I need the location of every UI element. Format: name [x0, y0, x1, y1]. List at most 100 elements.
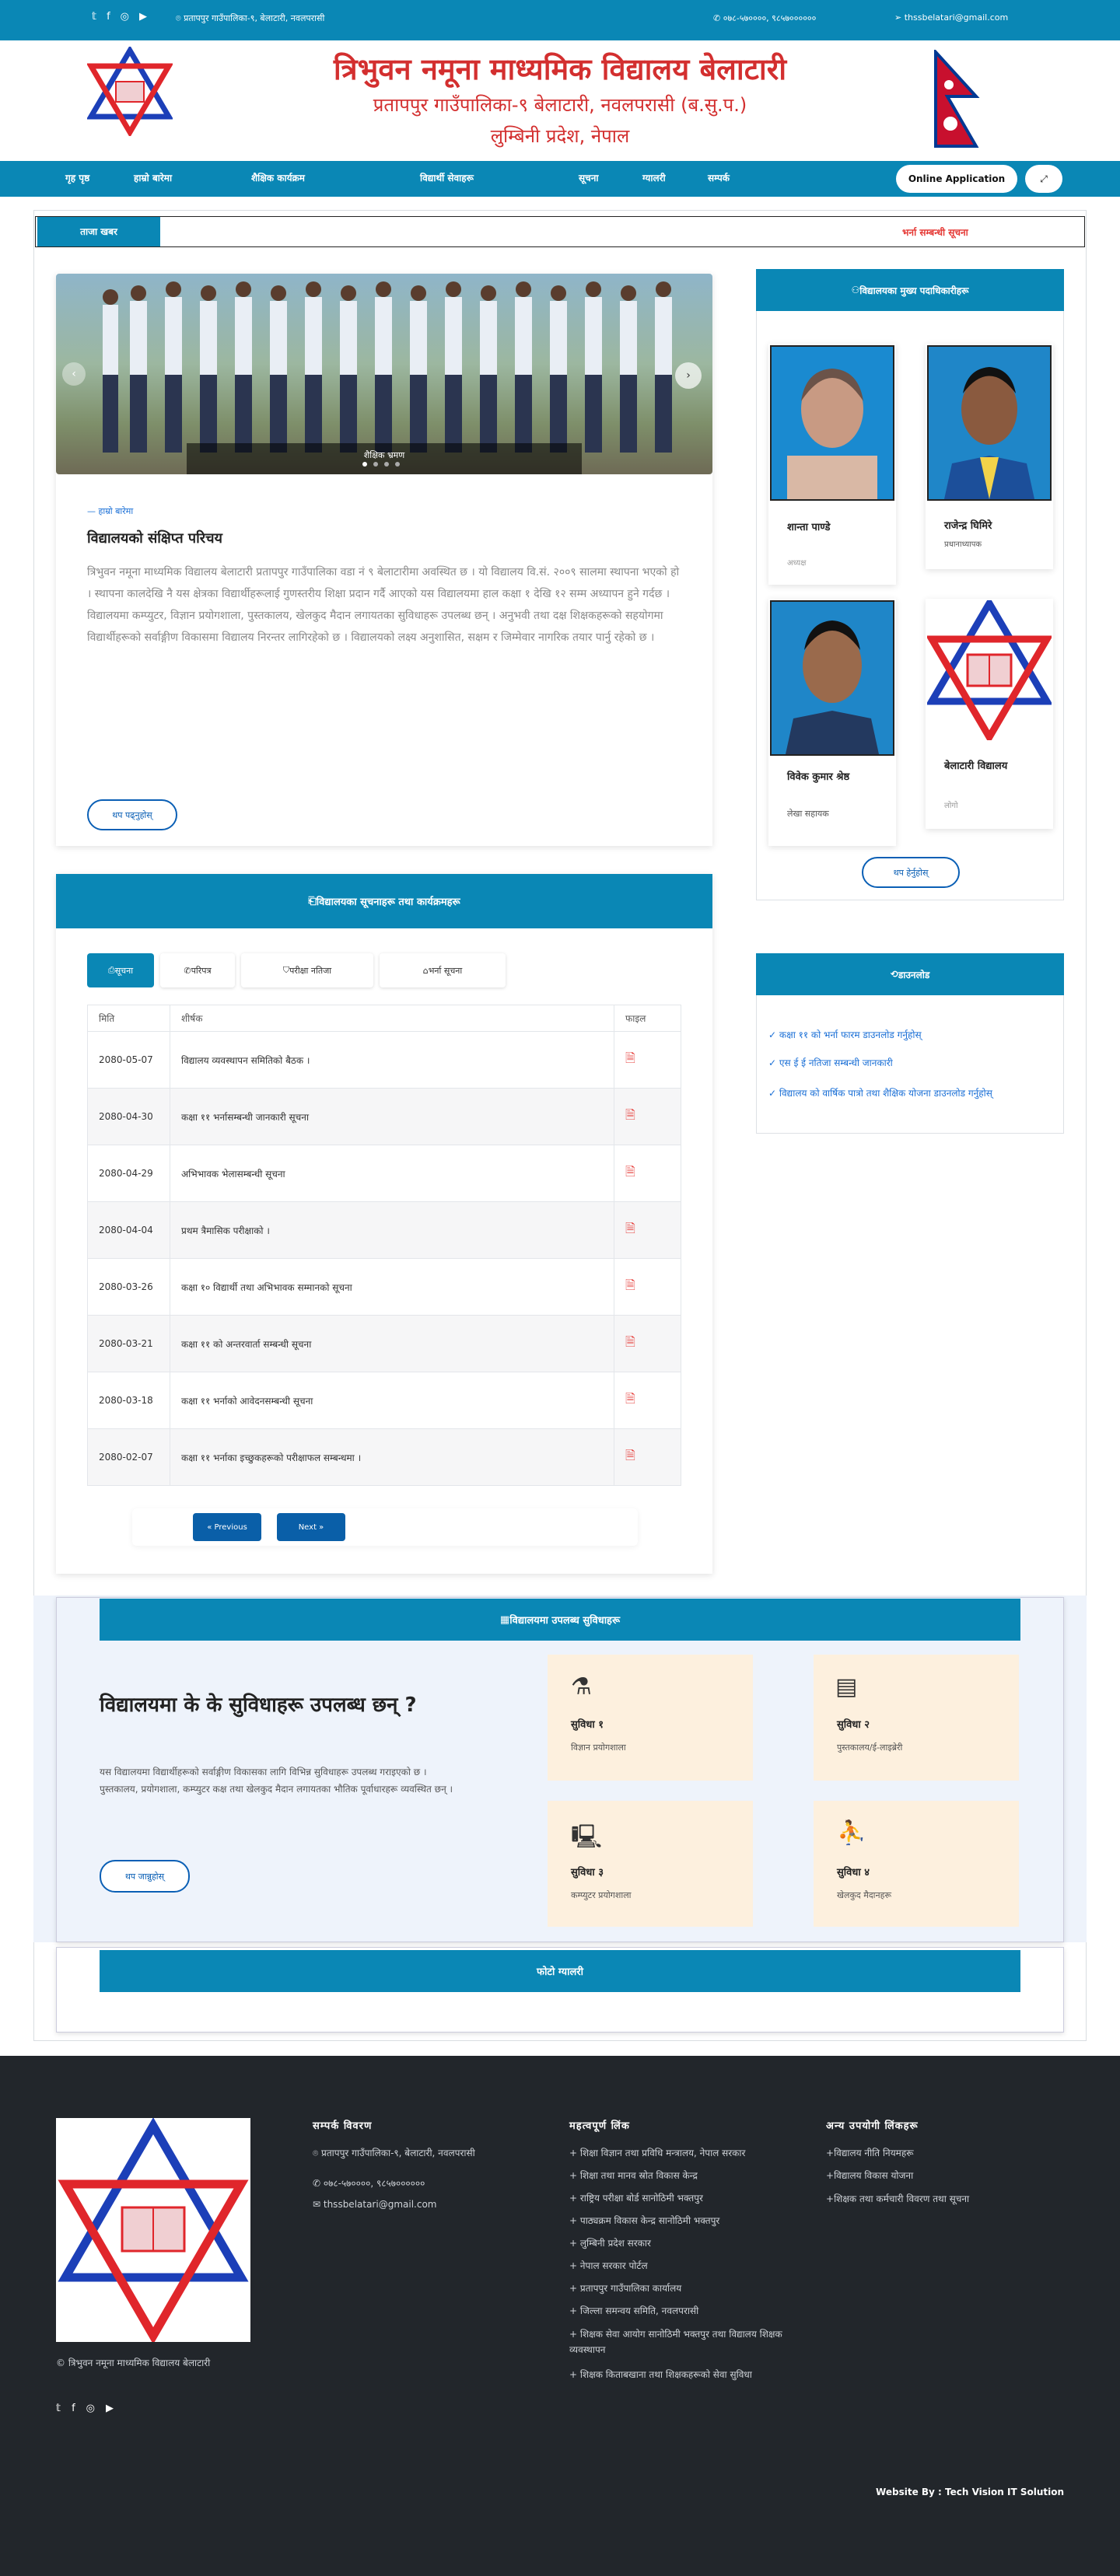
footer-link[interactable]: + प्रतापपुर गाउँपालिका कार्यालय — [569, 2281, 810, 2295]
footer-credit[interactable]: Website By : Tech Vision IT Solution — [824, 2487, 1064, 2497]
footer-phone: ✆ ०७८-५७००००, ९८५७०००००० — [313, 2178, 425, 2189]
nav-home[interactable]: गृह पृष्ठ — [65, 161, 89, 195]
about-body: त्रिभुवन नमूना माध्यमिक विद्यालय बेलाटार… — [87, 566, 680, 644]
footer-links-heading: महत्वपूर्ण लिंक — [569, 2120, 630, 2132]
footer-link[interactable]: + शिक्षा विज्ञान तथा प्रविधि मन्त्रालय, … — [569, 2146, 810, 2159]
nav-gallery[interactable]: ग्यालरी — [642, 161, 666, 195]
notice-table: मिति शीर्षक फाइल 2080-05-07 विद्यालय व्यव… — [87, 1005, 681, 1486]
table-row: 2080-04-04 प्रथम त्रैमासिक परीक्षाको । 🗎 — [87, 1201, 681, 1259]
tab-results[interactable]: ⛉ परीक्षा नतिजा — [241, 953, 373, 987]
staff-photo — [770, 600, 894, 756]
footer-social-icons: 𝕥 f ◎ ▶ — [56, 2403, 114, 2414]
pdf-icon[interactable]: 🗎 — [625, 1278, 635, 1292]
facilities-more-button[interactable]: थप जान्नुहोस् — [100, 1860, 190, 1893]
pdf-icon[interactable]: 🗎 — [625, 1448, 635, 1463]
instagram-icon[interactable]: ◎ — [86, 2403, 95, 2414]
footer-link[interactable]: + शिक्षक किताबखाना तथा शिक्षकहरूको सेवा … — [569, 2367, 810, 2382]
ticker-text[interactable]: भर्ना सम्बन्धी सूचना — [902, 225, 968, 239]
online-application-button[interactable]: Online Application — [896, 165, 1017, 193]
download-item[interactable]: ✓ विद्यालय को वार्षिक पात्रो तथा शैक्षिक… — [768, 1084, 1045, 1103]
topbar-address: ⌾ प्रतापपुर गाउँपालिका-९, बेलाटारी, नवलप… — [176, 13, 325, 23]
expand-icon: ⤢ — [1040, 173, 1048, 184]
pdf-icon[interactable]: 🗎 — [625, 1334, 635, 1349]
download-item[interactable]: ✓ कक्षा ११ को भर्ना फारम डाउनलोड गर्नुहो… — [768, 1028, 1048, 1041]
library-icon: ▤ — [835, 1673, 858, 1700]
staff-view-more-button[interactable]: थप हेर्नुहोस् — [862, 857, 960, 888]
footer-link[interactable]: + जिल्ला समन्वय समिति, नवलपरासी — [569, 2304, 810, 2317]
footer-link[interactable]: + नेपाल सरकार पोर्टल — [569, 2259, 810, 2272]
pdf-icon[interactable]: 🗎 — [625, 1391, 635, 1406]
footer-link[interactable]: +शिक्षक तथा कर्मचारी विवरण तथा सूचना — [826, 2191, 1059, 2207]
about-read-more-button[interactable]: थप पढ्नुहोस् — [87, 799, 177, 830]
footer-contact: सम्पर्क विवरण ⌾ प्रतापपुर गाउँपालिका-९, … — [313, 2118, 546, 2219]
history-icon: ⟲ — [890, 969, 898, 980]
footer-address: ⌾ प्रतापपुर गाउँपालिका-९, बेलाटारी, नवलप… — [313, 2148, 475, 2158]
pdf-icon[interactable]: 🗎 — [625, 1107, 635, 1122]
footer-links: महत्वपूर्ण लिंक + शिक्षा विज्ञान तथा प्र… — [569, 2118, 810, 2392]
youtube-icon[interactable]: ▶ — [106, 2403, 114, 2414]
notice-icon: ⎗ — [308, 895, 317, 907]
computer-icon: 🖳 — [571, 1823, 603, 1851]
twitter-icon[interactable]: 𝕥 — [56, 2403, 61, 2414]
nav-about[interactable]: हाम्रो बारेमा — [134, 161, 172, 195]
slider-next-button[interactable]: › — [675, 362, 702, 389]
tab-notice[interactable]: ⎙ सूचना — [87, 953, 154, 987]
table-row: 2080-03-18 कक्षा ११ भर्नाको आवेदनसम्बन्धी… — [87, 1372, 681, 1429]
topbar-email[interactable]: ➢ thssbelatari@gmail.com — [894, 12, 1008, 23]
slider-dot[interactable] — [395, 462, 400, 467]
staff-name: विवेक कुमार श्रेष्ठ — [787, 771, 850, 783]
facebook-icon[interactable]: f — [72, 2403, 75, 2414]
footer-other-heading: अन्य उपयोगी लिंकहरू — [826, 2120, 919, 2132]
table-row: 2080-02-07 कक्षा ११ भर्नाका इच्छुकहरूको प… — [87, 1428, 681, 1486]
youtube-icon[interactable]: ▶ — [139, 11, 147, 26]
header-province: लुम्बिनी प्रदेश, नेपाल — [490, 125, 630, 147]
footer-link[interactable]: + शिक्षा तथा मानव स्रोत विकास केन्द्र — [569, 2169, 810, 2182]
location-icon: ⌾ — [176, 13, 184, 23]
slider-dot[interactable] — [384, 462, 389, 467]
footer-link[interactable]: + राष्ट्रिय परीक्षा बोर्ड सानोठिमी भक्तप… — [569, 2191, 810, 2204]
facebook-icon[interactable]: f — [107, 11, 110, 26]
footer-link[interactable]: +विद्यालय नीति नियमहरू — [826, 2146, 1059, 2159]
nav-notice[interactable]: सूचना — [579, 161, 599, 195]
check-icon: ✓ — [768, 1057, 779, 1068]
twitter-icon[interactable]: 𝕥 — [92, 11, 96, 26]
notices-header: ⎗ विद्यालयका सूचनाहरू तथा कार्यक्रमहरू — [56, 874, 712, 928]
nav-contact[interactable]: सम्पर्क — [708, 161, 730, 195]
tab-circular[interactable]: ✆ परिपत्र — [160, 953, 235, 987]
pdf-icon[interactable]: 🗎 — [625, 1164, 635, 1179]
topbar-phone: ✆ ०७८-५७००००, ९८५७०००००० — [713, 13, 817, 23]
staff-role: लोगो — [944, 802, 958, 810]
prev-page-button[interactable]: « Previous — [193, 1513, 261, 1541]
user-icon: ⚇ — [851, 285, 860, 295]
school-logo[interactable] — [86, 45, 174, 138]
footer-logo[interactable] — [56, 2117, 250, 2344]
building-icon: ⌂ — [422, 965, 429, 976]
grid-icon: ▦ — [499, 1613, 510, 1626]
pdf-icon[interactable]: 🗎 — [625, 1221, 635, 1236]
facility-label: विज्ञान प्रयोगशाला — [571, 1742, 626, 1753]
staff-name: शान्ता पाण्डे — [787, 522, 831, 533]
slider-dot[interactable] — [362, 462, 367, 467]
footer-link[interactable]: + पाठ्यक्रम विकास केन्द्र सानोठिमी भक्तप… — [569, 2214, 810, 2227]
about-heading: विद्यालयको संक्षिप्त परिचय — [87, 530, 222, 547]
footer-link[interactable]: + शिक्षक सेवा आयोग सानोठिमी भक्तपुर तथा … — [569, 2326, 810, 2358]
slider-dots — [362, 462, 400, 467]
nav-services[interactable]: विद्यार्थी सेवाहरू — [420, 161, 474, 195]
slider-dot[interactable] — [373, 462, 378, 467]
next-page-button[interactable]: Next » — [277, 1513, 345, 1541]
footer-email[interactable]: ✉ thssbelatari@gmail.com — [313, 2199, 546, 2210]
tab-admission[interactable]: ⌂ भर्ना सूचना — [380, 953, 506, 987]
download-item[interactable]: ✓ एस ई ई नतिजा सम्बन्धी जानकारी — [768, 1056, 1048, 1069]
expand-button[interactable]: ⤢ — [1025, 165, 1062, 193]
file-icon: ⎙ — [107, 965, 115, 975]
footer-link[interactable]: +विद्यालय विकास योजना — [826, 2169, 1059, 2182]
table-row: 2080-03-26 कक्षा १० विद्यार्थी तथा अभिभाव… — [87, 1258, 681, 1316]
staff-photo — [927, 345, 1052, 501]
pdf-icon[interactable]: 🗎 — [625, 1050, 635, 1065]
slider-prev-button[interactable]: ‹ — [62, 362, 86, 386]
staff-role: लेखा सहायक — [787, 809, 829, 819]
send-icon: ➢ — [894, 12, 905, 23]
nav-academics[interactable]: शैक्षिक कार्यक्रम — [251, 161, 305, 195]
footer-link[interactable]: + लुम्बिनी प्रदेश सरकार — [569, 2236, 810, 2249]
instagram-icon[interactable]: ◎ — [121, 11, 129, 26]
